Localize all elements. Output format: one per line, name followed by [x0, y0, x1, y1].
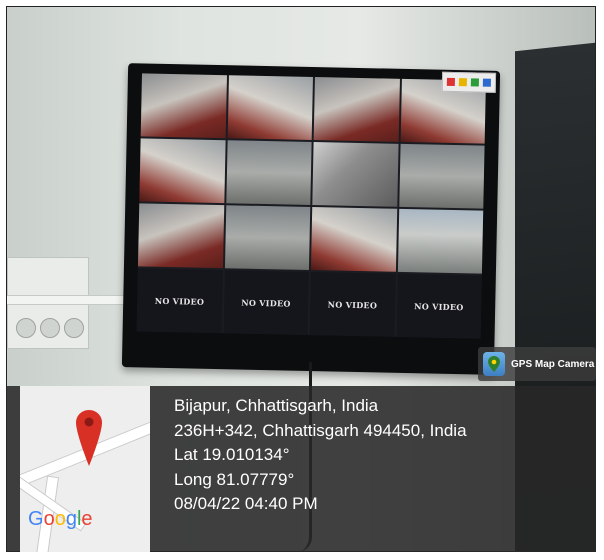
- location-info-panel: Google Bijapur, Chhattisgarh, India 236H…: [6, 386, 596, 552]
- map-pin-icon: [483, 352, 505, 376]
- date-time: 08/04/22 04:40 PM: [174, 494, 318, 513]
- camera-feed-tile: [224, 205, 311, 270]
- cctv-monitor: NO VIDEO NO VIDEO NO VIDEO NO VIDEO: [121, 63, 501, 375]
- camera-feed-tile: [139, 138, 226, 204]
- longitude: Long 81.07779°: [174, 469, 295, 489]
- no-video-label: NO VIDEO: [327, 298, 378, 310]
- no-video-label: NO VIDEO: [154, 295, 205, 307]
- no-video-tile: NO VIDEO: [396, 273, 482, 339]
- address-line: 236H+342, Chhattisgarh 494450, India: [174, 420, 467, 440]
- google-logo: Google: [28, 508, 93, 530]
- power-socket: [16, 318, 36, 338]
- no-video-label: NO VIDEO: [414, 300, 464, 312]
- conduit-pipe: [7, 295, 137, 305]
- no-video-tile: NO VIDEO: [309, 272, 396, 337]
- osd-status-panel: [441, 71, 497, 93]
- camera-feed-tile: [312, 142, 399, 207]
- gps-map-camera-badge: GPS Map Camera: [478, 347, 596, 381]
- map-thumbnail: Google: [20, 386, 150, 552]
- camera-feed-tile: [225, 140, 312, 205]
- camera-feed-tile: [227, 75, 313, 140]
- cctv-grid: NO VIDEO NO VIDEO NO VIDEO NO VIDEO: [136, 73, 486, 339]
- camera-feed-tile: [313, 77, 400, 142]
- no-video-tile: NO VIDEO: [136, 268, 223, 334]
- camera-feed-tile: [310, 207, 397, 272]
- location-text: Bijapur, Chhattisgarh, India 236H+342, C…: [174, 394, 467, 517]
- camera-feed-tile: [397, 208, 484, 274]
- power-socket: [64, 318, 84, 338]
- power-socket: [40, 318, 60, 338]
- location-pin-icon: [76, 410, 102, 471]
- camera-feed-tile: [137, 203, 224, 269]
- camera-feed-tile: [398, 143, 485, 209]
- camera-feed-tile: [140, 73, 227, 139]
- place-name: Bijapur, Chhattisgarh, India: [174, 396, 379, 415]
- no-video-tile: NO VIDEO: [223, 270, 309, 335]
- badge-label: GPS Map Camera: [511, 358, 595, 370]
- no-video-label: NO VIDEO: [241, 297, 291, 309]
- latitude: Lat 19.010134°: [174, 445, 290, 464]
